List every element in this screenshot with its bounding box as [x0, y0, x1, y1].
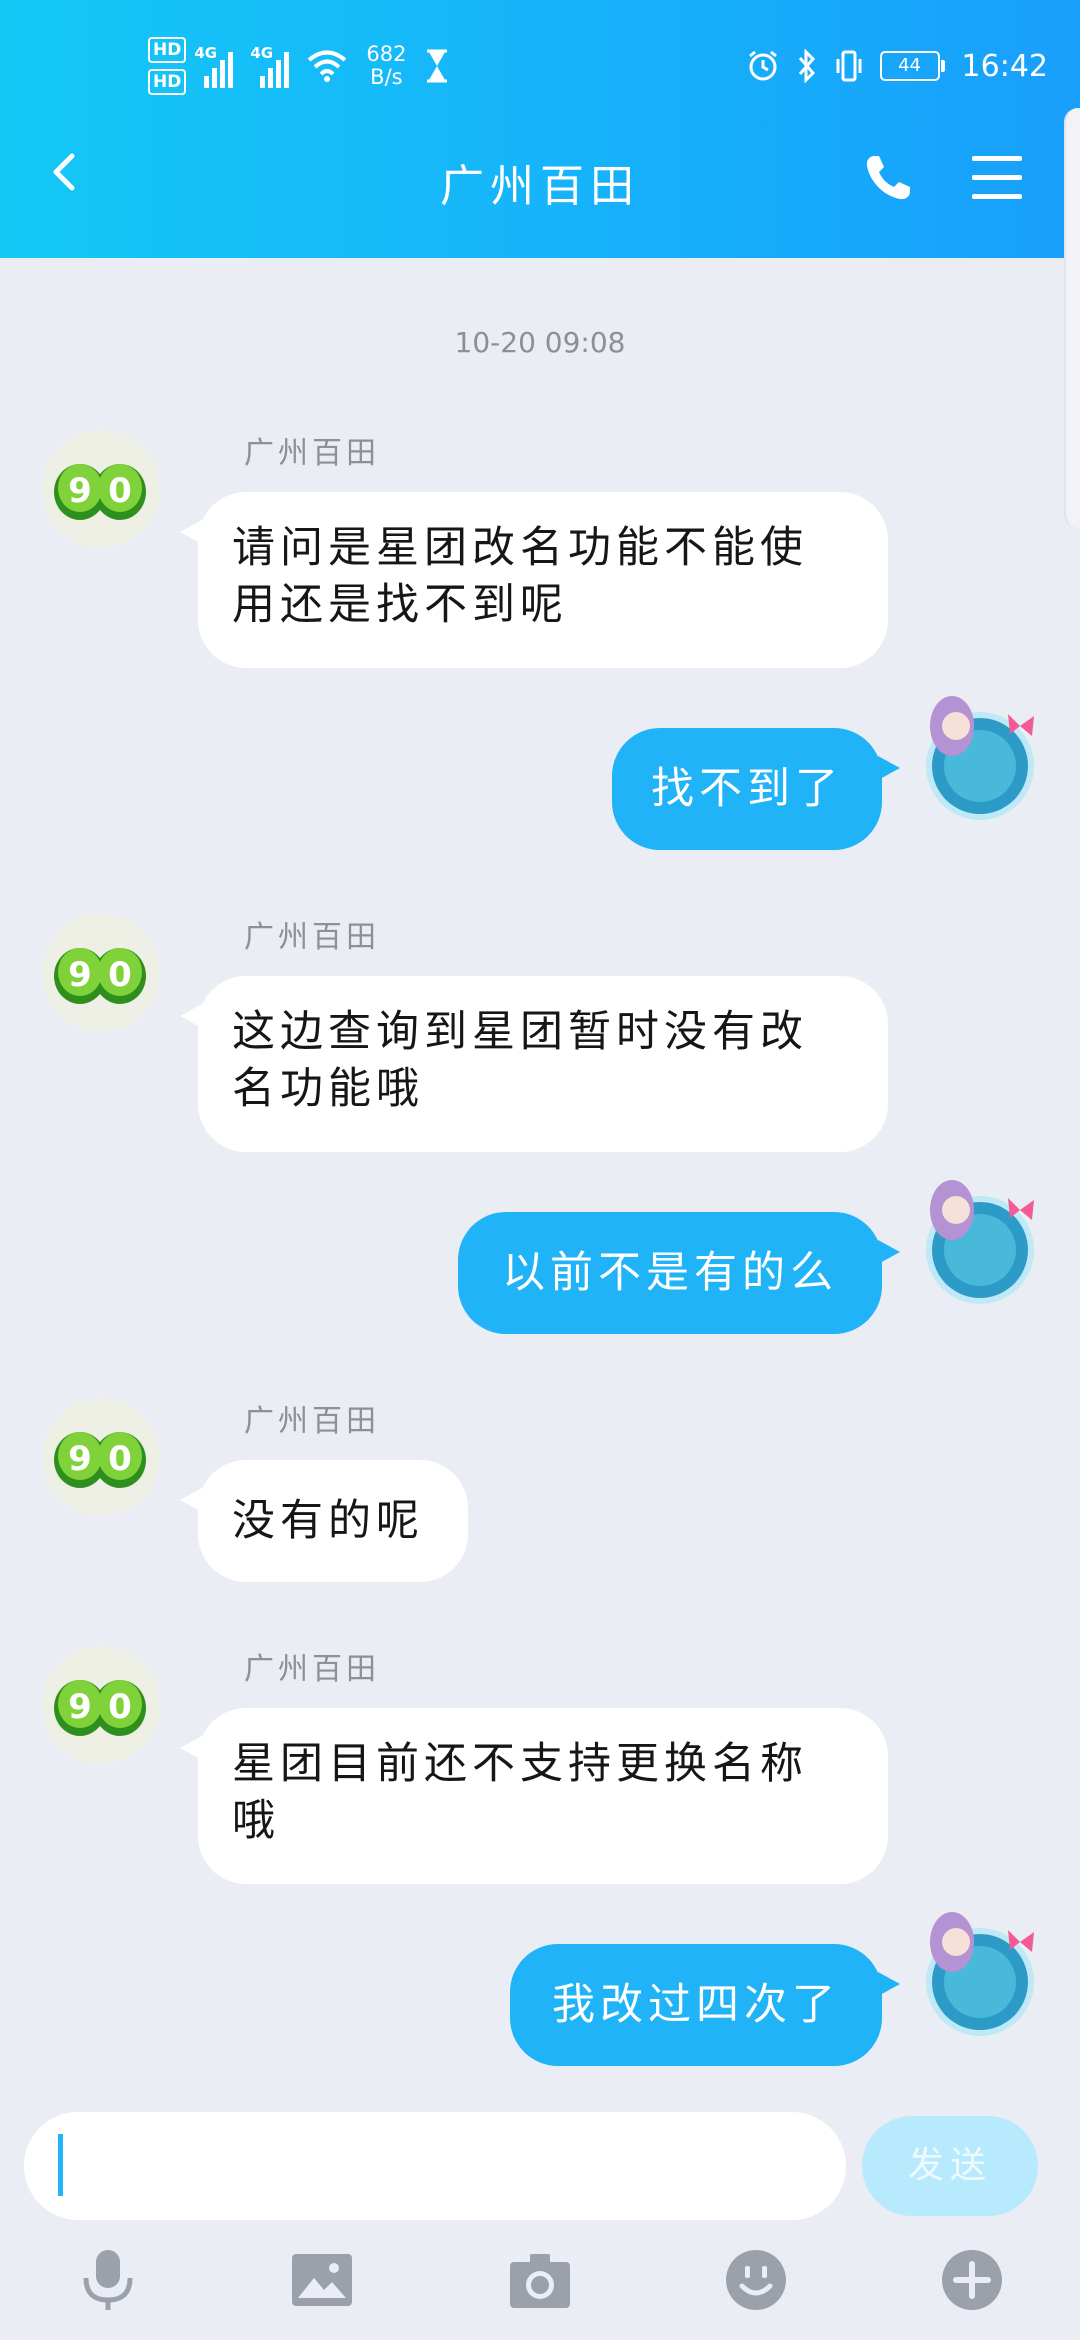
user-avatar[interactable]	[910, 686, 1048, 824]
svg-text:0: 0	[108, 1439, 132, 1479]
scroll-handle[interactable]	[1064, 108, 1080, 528]
outgoing-message[interactable]: 以前不是有的么	[458, 1212, 900, 1334]
svg-text:9: 9	[68, 471, 92, 511]
hd1-label: HD	[148, 37, 187, 63]
net2-label: 4G	[250, 44, 274, 62]
signal1-icon: 4G	[194, 44, 238, 88]
sender-avatar[interactable]: 9 0	[42, 914, 160, 1032]
alarm-icon	[748, 50, 777, 81]
battery-indicator: 44	[879, 51, 945, 81]
outgoing-message[interactable]: 我改过四次了	[510, 1944, 900, 2066]
message-timestamp: 10-20 09:08	[454, 326, 626, 359]
user-avatar[interactable]	[910, 1902, 1048, 2040]
sender-avatar[interactable]: 9 0	[42, 430, 160, 548]
vibrate-icon	[836, 50, 862, 82]
sender-name: 广州百田	[244, 920, 380, 955]
camera-icon[interactable]	[508, 2248, 572, 2312]
status-bar: HD HD 4G 4G 682 B/s 44 16:42	[0, 28, 1080, 108]
incoming-message[interactable]: 这边查询到星团暂时没有改名功能哦	[180, 976, 888, 1152]
svg-text:9: 9	[68, 955, 92, 995]
incoming-message[interactable]: 星团目前还不支持更换名称哦	[180, 1708, 888, 1884]
svg-text:0: 0	[108, 1687, 132, 1727]
text-cursor	[58, 2134, 63, 2196]
incoming-message[interactable]: 没有的呢	[180, 1460, 468, 1582]
plus-icon[interactable]	[940, 2248, 1004, 2312]
status-right: 44 16:42	[746, 40, 1048, 92]
rate-unit: B/s	[370, 65, 403, 89]
message-input[interactable]	[24, 2112, 846, 2220]
phone-call-icon[interactable]	[862, 152, 914, 204]
hd2-label: HD	[148, 69, 187, 95]
wifi-icon	[308, 50, 347, 82]
sender-avatar[interactable]: 9 0	[42, 1646, 160, 1764]
signal2-icon: 4G	[250, 44, 294, 88]
svg-text:9: 9	[68, 1687, 92, 1727]
svg-text:0: 0	[108, 471, 132, 511]
rate-value: 682	[366, 42, 407, 66]
sender-name: 广州百田	[244, 1652, 380, 1687]
hd-indicator: HD HD	[148, 37, 187, 95]
svg-text:9: 9	[68, 1439, 92, 1479]
menu-icon[interactable]	[970, 154, 1024, 202]
svg-text:0: 0	[108, 955, 132, 995]
user-avatar[interactable]	[910, 1170, 1048, 1308]
sender-name: 广州百田	[244, 1404, 380, 1439]
page-title: 广州百田	[440, 161, 640, 212]
status-left: HD HD 4G 4G 682 B/s	[148, 36, 450, 96]
sender-name: 广州百田	[244, 436, 380, 471]
incoming-message[interactable]: 请问是星团改名功能不能使用还是找不到呢	[180, 492, 888, 668]
hourglass-icon	[427, 49, 448, 83]
send-button[interactable]: 发送	[862, 2116, 1038, 2216]
outgoing-message[interactable]: 找不到了	[612, 728, 900, 850]
image-icon[interactable]	[290, 2248, 354, 2312]
bluetooth-icon	[798, 49, 815, 83]
sender-avatar[interactable]: 9 0	[42, 1398, 160, 1516]
chat-header: HD HD 4G 4G 682 B/s 44 16:42 广州百田	[0, 0, 1080, 258]
clock: 16:42	[961, 48, 1048, 84]
net1-label: 4G	[194, 44, 218, 62]
data-rate: 682 B/s	[366, 43, 406, 89]
emoji-icon[interactable]	[724, 2248, 788, 2312]
mic-icon[interactable]	[76, 2248, 140, 2312]
